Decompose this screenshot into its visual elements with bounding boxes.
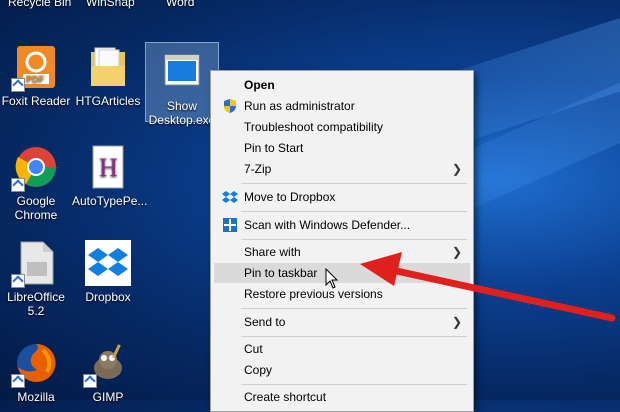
shortcut-arrow-icon: [11, 274, 25, 288]
menu-item-label: Create shortcut: [244, 390, 327, 404]
desktop-icon-dropbox[interactable]: Dropbox: [72, 240, 144, 304]
menu-item-label: Pin to taskbar: [244, 266, 318, 280]
shield-icon: [222, 98, 238, 114]
foxit-icon: PDF: [11, 44, 59, 92]
desktop-icon-gimp[interactable]: GIMP: [72, 340, 144, 404]
top-icon-labels: Recycle Bin WinSnap Word: [0, 0, 620, 9]
recycle-bin-label[interactable]: Recycle Bin: [8, 0, 71, 9]
word-label[interactable]: Word: [166, 0, 194, 9]
menu-separator: [241, 211, 467, 212]
menu-item-restore-previous-versions[interactable]: Restore previous versions: [214, 284, 470, 304]
menu-item-label: Open: [244, 78, 275, 92]
winsnap-label[interactable]: WinSnap: [86, 0, 135, 9]
menu-item-share-with[interactable]: Share with ❯: [214, 242, 470, 262]
menu-item-cut[interactable]: Cut: [214, 339, 470, 359]
folder-icon: [85, 44, 131, 90]
shortcut-arrow-icon: [11, 178, 25, 192]
icon-label: Dropbox: [85, 290, 131, 304]
desktop-icon-libreoffice[interactable]: LibreOffice 5.2: [0, 240, 72, 318]
icon-label: Foxit Reader: [1, 94, 71, 108]
menu-item-label: Run as administrator: [244, 99, 355, 113]
menu-separator: [241, 384, 467, 385]
menu-item-label: 7-Zip: [244, 162, 272, 176]
menu-item-label: Scan with Windows Defender...: [244, 218, 411, 232]
menu-item-create-shortcut[interactable]: Create shortcut: [214, 387, 470, 407]
menu-item-copy[interactable]: Copy: [214, 360, 470, 380]
chevron-right-icon: ❯: [451, 162, 462, 176]
menu-item-label: Copy: [244, 363, 273, 377]
desktop-icon-autotype[interactable]: H AutoTypePe...: [72, 144, 148, 208]
chevron-right-icon: ❯: [451, 315, 462, 329]
menu-separator: [241, 183, 467, 184]
menu-item-open[interactable]: Open: [214, 75, 470, 95]
dropbox-icon: [85, 240, 131, 286]
menu-item-label: Move to Dropbox: [244, 190, 336, 204]
menu-item-move-to-dropbox[interactable]: Move to Dropbox: [214, 187, 470, 207]
icon-label: HTGArticles: [75, 94, 141, 108]
menu-item-send-to[interactable]: Send to ❯: [214, 312, 470, 332]
menu-separator: [241, 308, 467, 309]
menu-item-label: Pin to Start: [244, 141, 304, 155]
icon-label: Mozilla: [17, 390, 55, 404]
desktop-icon-show-desktop[interactable]: Show Desktop.exe: [145, 42, 219, 127]
menu-separator: [241, 336, 467, 337]
svg-text:PDF: PDF: [26, 74, 45, 84]
shortcut-arrow-icon: [83, 374, 97, 388]
menu-item-pin-to-start[interactable]: Pin to Start: [214, 138, 470, 158]
gimp-icon: [83, 340, 131, 388]
desktop-icon-htgarticles[interactable]: HTGArticles: [72, 44, 144, 108]
firefox-icon: [11, 340, 59, 388]
menu-item-7zip[interactable]: 7-Zip ❯: [214, 159, 470, 179]
icon-label: GIMP: [92, 390, 124, 404]
svg-text:H: H: [99, 153, 118, 182]
menu-item-label: Share with: [244, 245, 301, 259]
context-menu: Open Run as administrator Troubleshoot c…: [210, 70, 474, 412]
icon-label: Google Chrome: [14, 194, 58, 222]
defender-icon: [222, 217, 238, 233]
desktop-icon-foxit[interactable]: PDF Foxit Reader: [0, 44, 72, 108]
icon-label: AutoTypePe...: [72, 194, 148, 208]
libreoffice-icon: [11, 240, 59, 288]
menu-item-label: Send to: [244, 315, 286, 329]
dropbox-icon: [222, 189, 238, 205]
icon-label: LibreOffice 5.2: [7, 290, 65, 318]
shortcut-arrow-icon: [11, 374, 25, 388]
autotype-icon: H: [85, 144, 131, 190]
mouse-pointer-icon: [325, 268, 339, 289]
icon-label: Show Desktop.exe: [148, 99, 216, 127]
menu-separator: [241, 239, 467, 240]
menu-item-label: Troubleshoot compatibility: [244, 120, 383, 134]
menu-item-scan-windows-defender[interactable]: Scan with Windows Defender...: [214, 215, 470, 235]
chevron-right-icon: ❯: [451, 245, 462, 259]
menu-item-run-as-administrator[interactable]: Run as administrator: [214, 96, 470, 116]
desktop-icon-firefox[interactable]: Mozilla: [0, 340, 72, 404]
chrome-icon: [11, 144, 59, 192]
menu-item-label: Cut: [244, 342, 263, 356]
menu-item-troubleshoot-compatibility[interactable]: Troubleshoot compatibility: [214, 117, 470, 137]
menu-item-pin-to-taskbar[interactable]: Pin to taskbar: [214, 263, 470, 283]
shortcut-arrow-icon: [11, 78, 25, 92]
show-desktop-icon: [159, 49, 205, 95]
menu-item-label: Restore previous versions: [244, 287, 383, 301]
desktop-icon-chrome[interactable]: Google Chrome: [0, 144, 72, 222]
